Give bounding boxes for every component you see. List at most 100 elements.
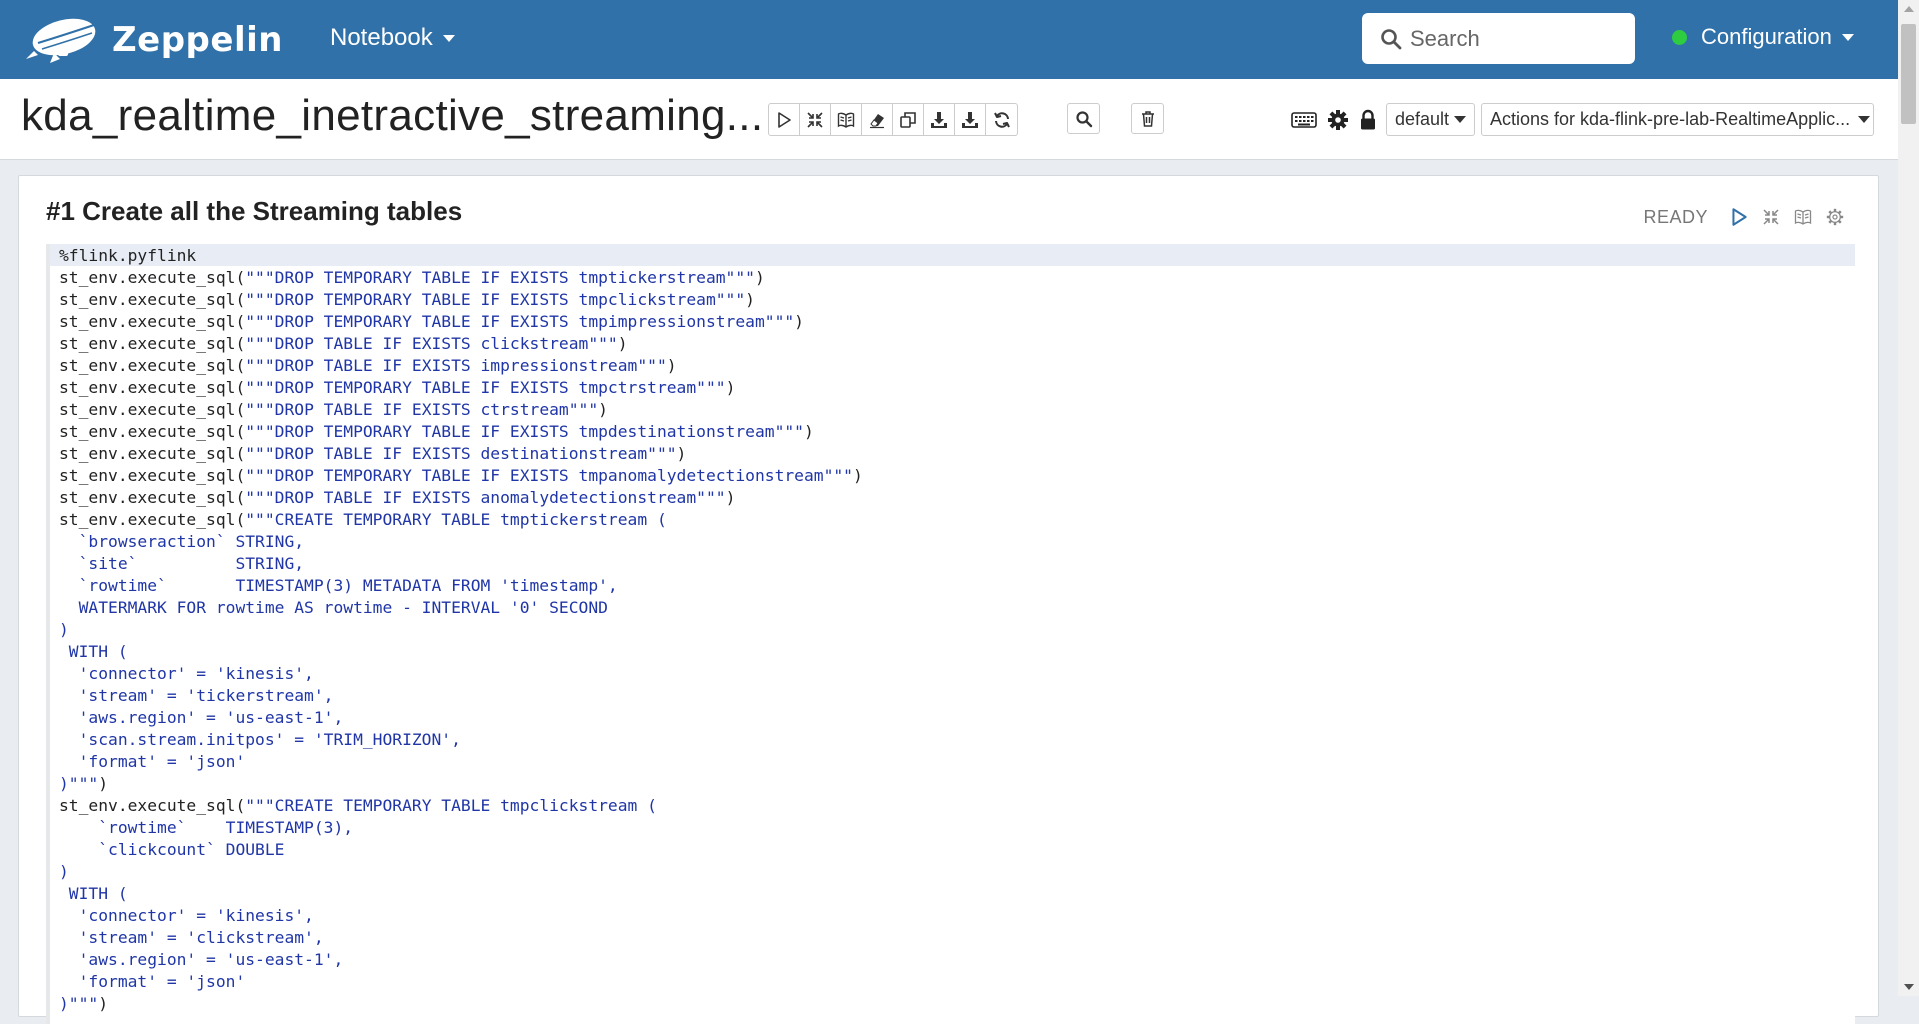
caret-down-icon xyxy=(1454,116,1466,123)
code-line[interactable]: st_env.execute_sql("""CREATE TEMPORARY T… xyxy=(59,509,1855,531)
paragraph-settings-icon[interactable] xyxy=(1824,206,1846,228)
code-token: ) xyxy=(852,466,863,485)
reload-icon xyxy=(993,111,1010,128)
code-editor[interactable]: %flink.pyflink st_env.execute_sql("""DROP… xyxy=(46,244,1855,1024)
note-permissions-button[interactable] xyxy=(1355,109,1381,131)
code-content[interactable]: %flink.pyflink st_env.execute_sql("""DROP… xyxy=(50,244,1855,1015)
code-line[interactable]: st_env.execute_sql("""DROP TEMPORARY TAB… xyxy=(59,289,1855,311)
code-line[interactable]: 'format' = 'json' xyxy=(59,971,1855,993)
code-line[interactable]: 'stream' = 'clickstream', xyxy=(59,927,1855,949)
code-line[interactable]: 'scan.stream.initpos' = 'TRIM_HORIZON', xyxy=(59,729,1855,751)
paragraph-title[interactable]: #1 Create all the Streaming tables xyxy=(46,196,462,227)
code-line[interactable]: 'aws.region' = 'us-east-1', xyxy=(59,949,1855,971)
code-line[interactable]: 'connector' = 'kinesis', xyxy=(59,905,1855,927)
search-code-button[interactable] xyxy=(1067,103,1100,134)
code-line[interactable]: )""") xyxy=(59,773,1855,795)
hide-code-button[interactable] xyxy=(800,104,831,135)
hide-editor-icon[interactable] xyxy=(1760,206,1782,228)
code-line[interactable]: st_env.execute_sql("""DROP TEMPORARY TAB… xyxy=(59,311,1855,333)
code-line[interactable]: `clickcount` DOUBLE xyxy=(59,839,1855,861)
code-token: ) xyxy=(803,422,814,441)
toggle-output-icon[interactable] xyxy=(1792,206,1814,228)
code-string-token: `rowtime` TIMESTAMP(3) METADATA FROM 'ti… xyxy=(59,576,618,595)
code-line[interactable]: st_env.execute_sql("""DROP TABLE IF EXIS… xyxy=(59,333,1855,355)
scrollbar-thumb[interactable] xyxy=(1901,24,1916,124)
delete-note-button[interactable] xyxy=(1131,103,1164,134)
code-string-token: """CREATE TEMPORARY TABLE tmpclickstream… xyxy=(245,796,657,815)
code-line[interactable]: WATERMARK FOR rowtime AS rowtime - INTER… xyxy=(59,597,1855,619)
code-token: ) xyxy=(725,378,736,397)
code-line[interactable]: `site` STRING, xyxy=(59,553,1855,575)
code-string-token: """DROP TEMPORARY TABLE IF EXISTS tmpdes… xyxy=(245,422,804,441)
top-navbar: Zeppelin Notebook Configuration xyxy=(0,0,1898,79)
lock-icon xyxy=(1361,109,1375,130)
clear-output-button[interactable] xyxy=(862,104,893,135)
scroll-down-icon[interactable] xyxy=(1904,984,1914,990)
code-line[interactable]: WITH ( xyxy=(59,641,1855,663)
code-line[interactable]: st_env.execute_sql("""DROP TABLE IF EXIS… xyxy=(59,443,1855,465)
hide-output-button[interactable] xyxy=(831,104,862,135)
export-json-button[interactable] xyxy=(924,104,955,135)
notebook-title[interactable]: kda_realtime_inetractive_streaming... xyxy=(21,91,763,141)
page-scrollbar[interactable] xyxy=(1898,0,1919,996)
code-string-token: """DROP TABLE IF EXISTS clickstream""" xyxy=(245,334,618,353)
code-line[interactable]: st_env.execute_sql("""DROP TEMPORARY TAB… xyxy=(59,267,1855,289)
code-string-token: """DROP TEMPORARY TABLE IF EXISTS tmpimp… xyxy=(245,312,795,331)
code-line[interactable]: 'aws.region' = 'us-east-1', xyxy=(59,707,1855,729)
code-line[interactable]: `rowtime` TIMESTAMP(3) METADATA FROM 'ti… xyxy=(59,575,1855,597)
clone-note-button[interactable] xyxy=(893,104,924,135)
run-all-button[interactable] xyxy=(769,104,800,135)
code-line[interactable]: st_env.execute_sql("""DROP TEMPORARY TAB… xyxy=(59,465,1855,487)
search-box[interactable] xyxy=(1362,13,1635,64)
code-line[interactable]: `rowtime` TIMESTAMP(3), xyxy=(59,817,1855,839)
reload-button[interactable] xyxy=(986,104,1017,135)
run-paragraph-icon[interactable] xyxy=(1728,206,1750,228)
code-token: ) xyxy=(676,444,687,463)
caret-down-icon xyxy=(442,34,455,42)
connection-status-icon xyxy=(1672,29,1687,45)
code-line[interactable]: st_env.execute_sql("""CREATE TEMPORARY T… xyxy=(59,795,1855,817)
run-all-icon xyxy=(778,111,791,128)
code-token: st_env.execute_sql( xyxy=(59,444,246,463)
actions-select[interactable]: Actions for kda-flink-pre-lab-RealtimeAp… xyxy=(1481,103,1874,136)
code-line[interactable]: WITH ( xyxy=(59,883,1855,905)
code-line[interactable]: st_env.execute_sql("""DROP TEMPORARY TAB… xyxy=(59,377,1855,399)
code-line[interactable]: 'stream' = 'tickerstream', xyxy=(59,685,1855,707)
code-line[interactable]: )""") xyxy=(59,993,1855,1015)
configuration-menu[interactable]: Configuration xyxy=(1672,24,1854,50)
code-string-token: 'scan.stream.initpos' = 'TRIM_HORIZON', xyxy=(59,730,461,749)
paragraph-controls: READY xyxy=(1643,206,1846,228)
export-ipynb-button[interactable] xyxy=(955,104,986,135)
code-line[interactable]: %flink.pyflink xyxy=(59,245,1855,267)
code-line[interactable]: 'connector' = 'kinesis', xyxy=(59,663,1855,685)
code-line[interactable]: ) xyxy=(59,619,1855,641)
notebook-header: kda_realtime_inetractive_streaming... de… xyxy=(0,79,1898,160)
notebook-menu[interactable]: Notebook xyxy=(330,24,455,52)
interpreter-settings-button[interactable] xyxy=(1325,109,1351,131)
code-token: st_env.execute_sql( xyxy=(59,356,246,375)
code-line[interactable]: st_env.execute_sql("""DROP TABLE IF EXIS… xyxy=(59,399,1855,421)
code-string-token: 'stream' = 'clickstream', xyxy=(59,928,324,947)
code-token: ) xyxy=(754,268,765,287)
code-string-token: 'aws.region' = 'us-east-1', xyxy=(59,950,344,969)
code-string-token: """DROP TABLE IF EXISTS anomalydetection… xyxy=(245,488,726,507)
clone-icon xyxy=(900,111,916,128)
brand[interactable]: Zeppelin xyxy=(24,12,283,68)
code-string-token: """DROP TEMPORARY TABLE IF EXISTS tmptic… xyxy=(245,268,755,287)
actions-select-value: Actions for kda-flink-pre-lab-RealtimeAp… xyxy=(1490,109,1851,129)
code-line[interactable]: 'format' = 'json' xyxy=(59,751,1855,773)
zeppelin-logo-icon xyxy=(26,18,96,63)
scroll-up-icon[interactable] xyxy=(1904,6,1914,12)
code-line[interactable]: st_env.execute_sql("""DROP TEMPORARY TAB… xyxy=(59,421,1855,443)
code-line[interactable]: `browseraction` STRING, xyxy=(59,531,1855,553)
code-string-token: 'format' = 'json' xyxy=(59,972,246,991)
search-input[interactable] xyxy=(1408,24,1632,53)
paragraph-status: READY xyxy=(1643,206,1708,227)
code-line[interactable]: ) xyxy=(59,861,1855,883)
gear-icon xyxy=(1328,110,1348,130)
interpreter-select[interactable]: default xyxy=(1386,103,1475,136)
code-line[interactable]: st_env.execute_sql("""DROP TABLE IF EXIS… xyxy=(59,487,1855,509)
code-token: %flink.pyflink xyxy=(59,246,197,265)
shortcut-keyboard-button[interactable] xyxy=(1291,109,1317,131)
code-line[interactable]: st_env.execute_sql("""DROP TABLE IF EXIS… xyxy=(59,355,1855,377)
